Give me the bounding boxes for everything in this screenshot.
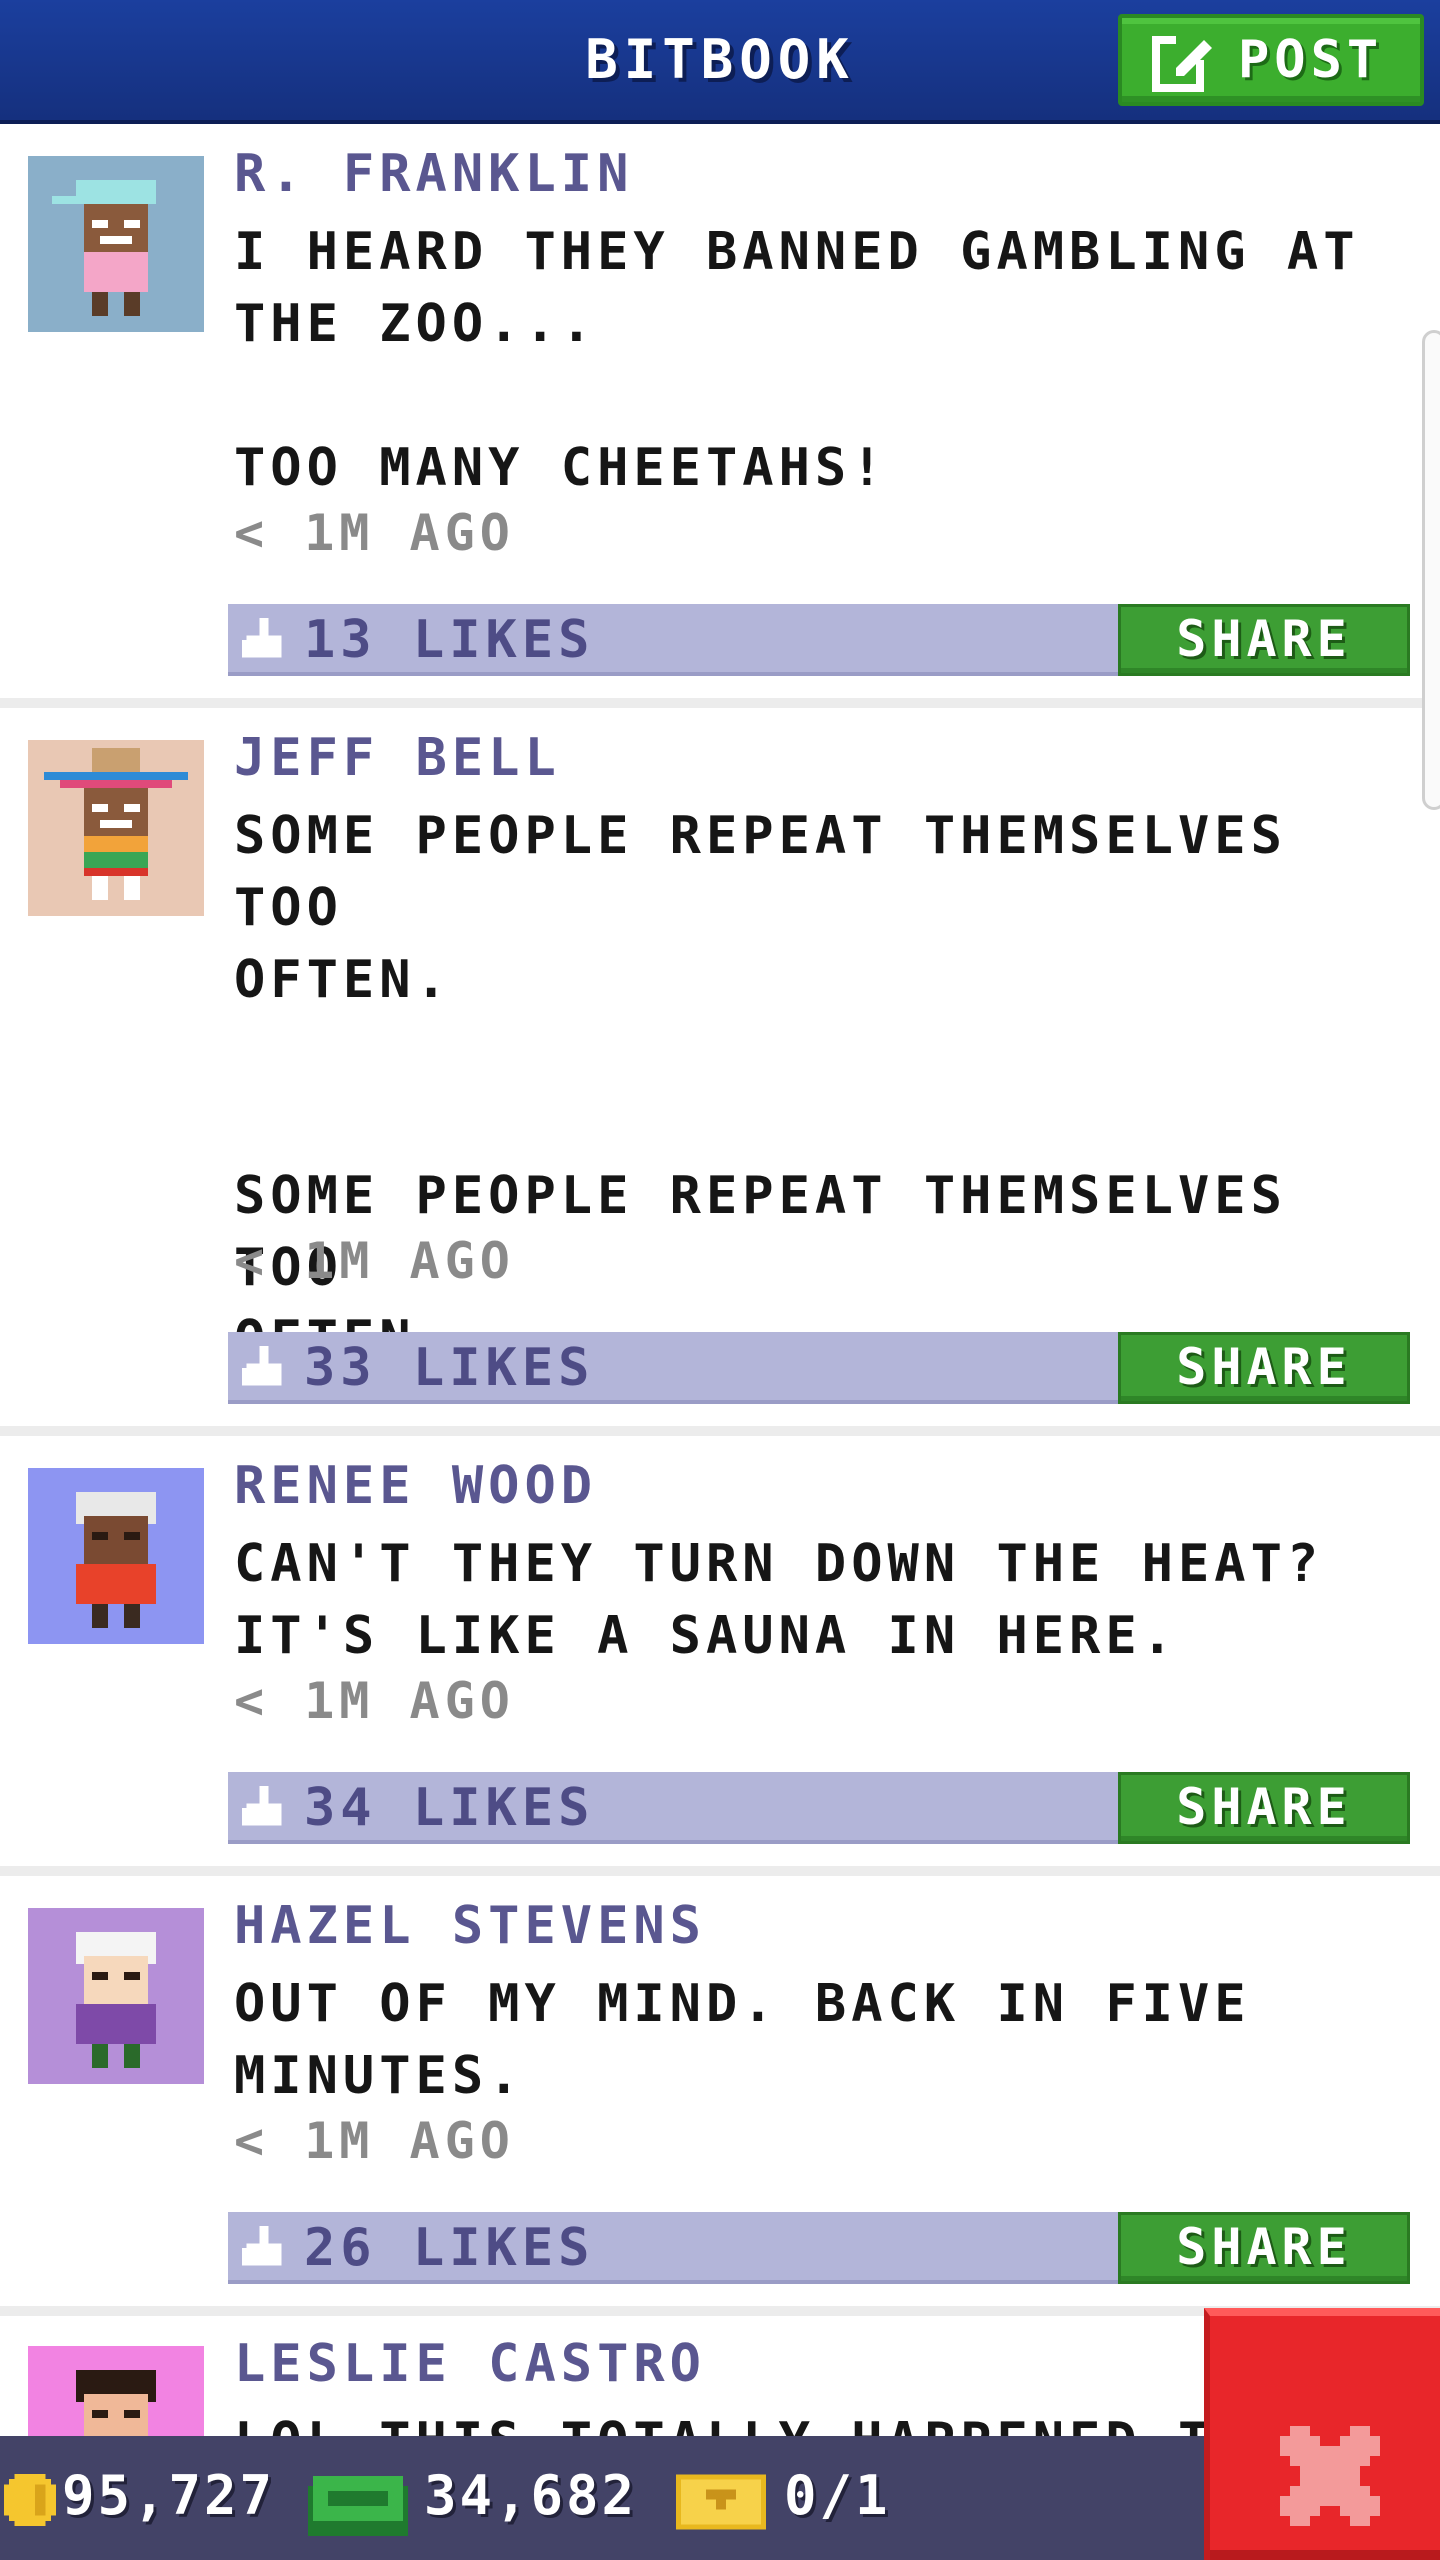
divider — [0, 1426, 1440, 1436]
post-time: < 1M AGO — [234, 504, 515, 562]
close-icon — [1280, 2426, 1380, 2526]
close-button[interactable] — [1204, 2308, 1440, 2560]
likes-bar: 33 LIKES SHARE — [228, 1332, 1410, 1404]
header-bar: BITBOOK POST — [0, 0, 1440, 124]
share-button[interactable]: SHARE — [1118, 1332, 1410, 1404]
post-time: < 1M AGO — [234, 1232, 515, 1290]
avatar — [28, 156, 204, 332]
like-icon[interactable] — [242, 2226, 286, 2270]
likes-count: 13 LIKES — [304, 610, 595, 670]
post-time: < 1M AGO — [234, 1672, 515, 1730]
post-author[interactable]: HAZEL STEVENS — [234, 1896, 706, 1956]
tickets-count: 0/1 — [784, 2464, 891, 2527]
divider — [0, 1866, 1440, 1876]
post-button-label: POST — [1238, 30, 1384, 90]
likes-bar: 26 LIKES SHARE — [228, 2212, 1410, 2284]
avatar — [28, 1468, 204, 1644]
likes-count: 26 LIKES — [304, 2218, 595, 2278]
divider — [0, 698, 1440, 708]
coins-count: 95,727 — [62, 2464, 276, 2527]
likes-bar: 13 LIKES SHARE — [228, 604, 1410, 676]
avatar — [28, 1908, 204, 2084]
like-icon[interactable] — [242, 618, 286, 662]
post-author[interactable]: LESLIE CASTRO — [234, 2334, 706, 2394]
post-text: CAN'T THEY TURN DOWN THE HEAT? IT'S LIKE… — [234, 1534, 1324, 1666]
bux-icon — [308, 2476, 408, 2536]
avatar — [28, 740, 204, 916]
post-text: OUT OF MY MIND. BACK IN FIVE MINUTES. — [234, 1974, 1251, 2106]
compose-icon — [1152, 32, 1212, 92]
likes-count: 33 LIKES — [304, 1338, 595, 1398]
likes-count: 34 LIKES — [304, 1778, 595, 1838]
bux-count: 34,682 — [424, 2464, 638, 2527]
post-text: I HEARD THEY BANNED GAMBLING AT THE ZOO.… — [234, 222, 1360, 498]
likes-bar: 34 LIKES SHARE — [228, 1772, 1410, 1844]
like-icon[interactable] — [242, 1346, 286, 1390]
scroll-handle[interactable] — [1422, 330, 1440, 810]
share-button[interactable]: SHARE — [1118, 1772, 1410, 1844]
post-author[interactable]: R. FRANKLIN — [234, 144, 633, 204]
ticket-icon — [676, 2474, 766, 2530]
coin-icon — [4, 2474, 56, 2526]
share-button[interactable]: SHARE — [1118, 604, 1410, 676]
post-author[interactable]: JEFF BELL — [234, 728, 561, 788]
share-button[interactable]: SHARE — [1118, 2212, 1410, 2284]
post-time: < 1M AGO — [234, 2112, 515, 2170]
like-icon[interactable] — [242, 1786, 286, 1830]
post-button[interactable]: POST — [1118, 14, 1424, 106]
post-author[interactable]: RENEE WOOD — [234, 1456, 597, 1516]
